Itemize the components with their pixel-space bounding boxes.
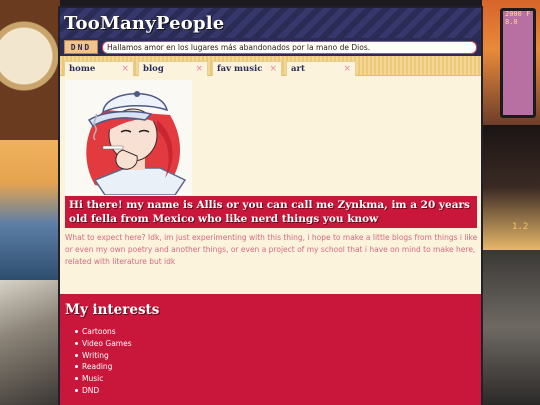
list-item: Music: [75, 373, 476, 385]
tab-blog[interactable]: blog ×: [138, 61, 208, 76]
tab-label: blog: [143, 64, 164, 74]
tab-label: art: [291, 64, 305, 74]
background-film-number: 2000 F 8.0: [505, 10, 531, 26]
background-film-number-2: 1.2: [512, 222, 529, 232]
list-item: Writing: [75, 350, 476, 362]
marquee-tag: DND: [64, 40, 98, 54]
tab-bar: home × blog × fav music × art ×: [60, 56, 481, 76]
title-bar: TooManyPeople: [60, 8, 481, 38]
site-title: TooManyPeople: [64, 12, 225, 34]
interests-section: My interests Cartoons Video Games Writin…: [60, 294, 481, 405]
tab-art[interactable]: art ×: [286, 61, 356, 76]
tab-label: home: [69, 64, 96, 74]
background-art-comic: [0, 280, 60, 405]
list-item: Reading: [75, 361, 476, 373]
tab-fav-music[interactable]: fav music ×: [212, 61, 282, 76]
marquee-text: Hallamos amor en los lugares más abandon…: [102, 40, 477, 54]
tab-home[interactable]: home ×: [64, 61, 134, 76]
close-icon[interactable]: ×: [195, 64, 203, 74]
list-item: DND: [75, 385, 476, 397]
background-art-manga: [482, 250, 540, 405]
tab-label: fav music: [217, 64, 263, 74]
avatar: [65, 80, 192, 195]
close-icon[interactable]: ×: [121, 64, 129, 74]
avatar-illustration: [86, 91, 187, 195]
site-window: TooManyPeople DND Hallamos amor en los l…: [58, 6, 483, 405]
list-item: Cartoons: [75, 326, 476, 338]
intro-heading: Hi there! my name is Allis or you can ca…: [65, 196, 477, 228]
background-art-portrait: [0, 0, 60, 140]
list-item: Video Games: [75, 338, 476, 350]
marquee-bar: DND Hallamos amor en los lugares más aba…: [60, 38, 481, 56]
close-icon[interactable]: ×: [269, 64, 277, 74]
interests-list: Cartoons Video Games Writing Reading Mus…: [65, 326, 476, 397]
interests-title: My interests: [65, 302, 160, 318]
background-art-character: [0, 140, 60, 280]
intro-text: What to expect here? Idk, im just experi…: [65, 233, 478, 266]
close-icon[interactable]: ×: [343, 64, 351, 74]
background-art-film: [482, 125, 540, 250]
